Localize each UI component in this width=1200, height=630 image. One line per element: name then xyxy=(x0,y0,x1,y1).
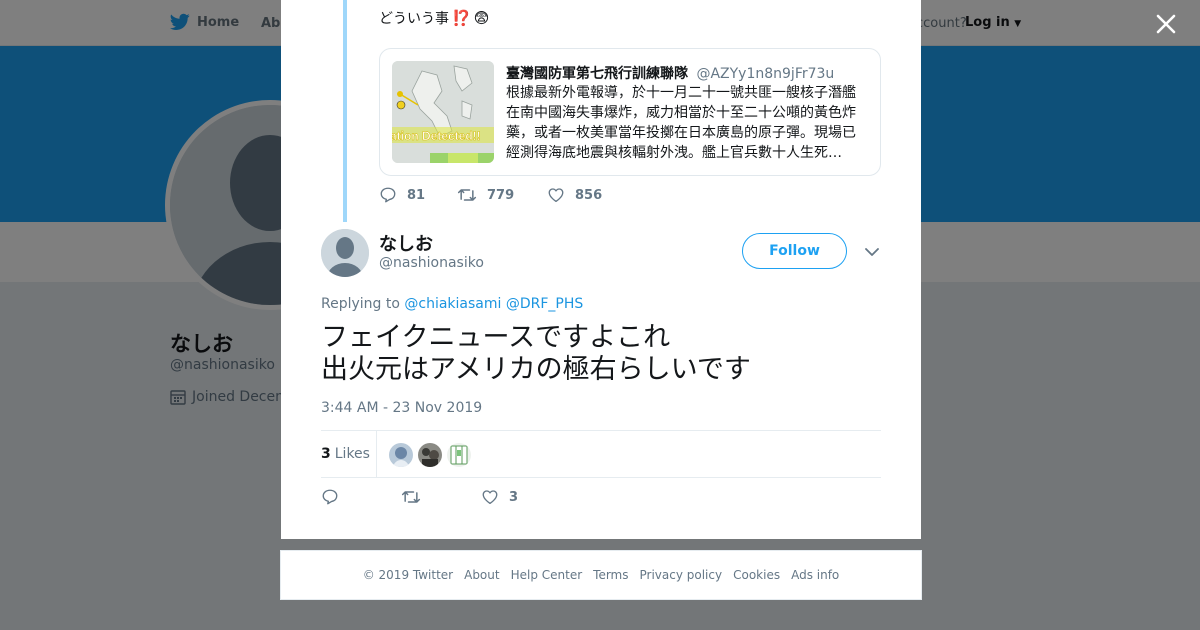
thread-connector-line xyxy=(343,0,347,222)
tweet-timestamp[interactable]: 3:44 AM - 23 Nov 2019 xyxy=(321,400,482,416)
previous-retweet-button[interactable]: 779 xyxy=(457,186,547,204)
previous-tweet-actions: 81 779 856 xyxy=(379,186,602,204)
likes-stat[interactable]: 3 Likes xyxy=(321,446,370,462)
previous-reply-button[interactable]: 81 xyxy=(379,186,457,204)
reply-icon xyxy=(322,489,338,505)
quoted-tweet-body: 根據最新外電報導，於十一月二十一號共匪一艘核子潛艦在南中國海失事爆炸，威力相當於… xyxy=(506,85,856,161)
thumb-caption: ation Detected!! xyxy=(392,129,481,143)
tweet-actions: 3 xyxy=(321,488,518,506)
stats-divider xyxy=(376,431,377,478)
reply-button[interactable] xyxy=(321,488,401,506)
exclamation-question-emoji: ⁉️ xyxy=(452,9,471,27)
liker-avatar[interactable] xyxy=(389,443,413,467)
footer-link-about[interactable]: About xyxy=(464,568,499,582)
tweet-text-line: 出火元はアメリカの極右らしいです xyxy=(321,354,751,385)
quoted-tweet-header: 臺灣國防軍第七飛行訓練聯隊 @AZYy1n8n9jFr73u xyxy=(506,63,834,83)
radar-map-image: ation Detected!! xyxy=(392,61,494,163)
footer-link-ads-info[interactable]: Ads info xyxy=(791,568,839,582)
likes-stat-label: Likes xyxy=(334,446,370,462)
replying-to: Replying to @chiakiasami @DRF_PHS xyxy=(321,296,583,312)
likes-stat-count: 3 xyxy=(321,446,331,462)
quoted-tweet-thumbnail[interactable]: ation Detected!! xyxy=(392,61,494,163)
mention-link[interactable]: @DRF_PHS xyxy=(506,296,583,312)
author-avatar[interactable] xyxy=(321,229,369,277)
previous-retweet-count: 779 xyxy=(487,187,515,203)
quoted-author-name: 臺灣國防軍第七飛行訓練聯隊 xyxy=(506,66,688,82)
footer-link-cookies[interactable]: Cookies xyxy=(733,568,780,582)
quoted-tweet-card[interactable]: ation Detected!! 臺灣國防軍第七飛行訓練聯隊 @AZYy1n8n… xyxy=(379,48,881,176)
liker-avatar[interactable] xyxy=(418,443,442,467)
reply-icon xyxy=(380,187,396,203)
footer-copyright: © 2019 Twitter xyxy=(362,568,454,582)
fearful-face-emoji: 😨 xyxy=(473,9,490,27)
liker-avatar-image xyxy=(389,443,413,467)
previous-like-button[interactable]: 856 xyxy=(547,186,602,204)
replying-prefix: Replying to xyxy=(321,296,400,312)
follow-button[interactable]: Follow xyxy=(742,233,847,269)
mention-link[interactable]: @chiakiasami xyxy=(404,296,501,312)
like-button[interactable]: 3 xyxy=(481,488,518,506)
chevron-down-icon xyxy=(865,248,879,256)
footer-link-privacy[interactable]: Privacy policy xyxy=(640,568,723,582)
quoted-author-handle: @AZYy1n8n9jFr73u xyxy=(696,66,835,82)
close-icon xyxy=(1156,14,1176,34)
liker-avatar-image xyxy=(418,443,442,467)
footer-link-terms[interactable]: Terms xyxy=(593,568,628,582)
retweet-icon xyxy=(457,189,477,201)
like-count: 3 xyxy=(509,489,519,505)
previous-tweet-body: どういう事 xyxy=(379,11,449,27)
retweet-button[interactable] xyxy=(401,488,481,506)
previous-tweet-text: どういう事 ⁉️ 😨 xyxy=(379,8,489,28)
liker-avatar[interactable] xyxy=(447,443,471,467)
heart-icon xyxy=(548,188,564,203)
previous-like-count: 856 xyxy=(575,187,603,203)
tweet-text-line: フェイクニュースですよこれ xyxy=(321,322,671,353)
default-avatar-icon xyxy=(321,229,369,277)
tweet-modal: どういう事 ⁉️ 😨 ation Detected!! 臺灣國防軍第七飛行訓練聯… xyxy=(281,0,921,539)
liker-avatar-image xyxy=(447,443,471,467)
tweet-text: フェイクニュースですよこれ 出火元はアメリカの極右らしいです xyxy=(321,322,751,386)
previous-reply-count: 81 xyxy=(407,187,426,203)
retweet-icon xyxy=(401,491,421,503)
heart-icon xyxy=(482,490,498,505)
footer-link-help-center[interactable]: Help Center xyxy=(511,568,583,582)
author-handle[interactable]: @nashionasiko xyxy=(379,255,484,271)
footer: © 2019 Twitter About Help Center Terms P… xyxy=(280,550,922,600)
tweet-stats: 3 Likes xyxy=(321,430,881,478)
more-options-button[interactable] xyxy=(864,244,880,260)
close-modal-button[interactable] xyxy=(1153,11,1179,37)
author-name[interactable]: なしお xyxy=(379,230,433,256)
